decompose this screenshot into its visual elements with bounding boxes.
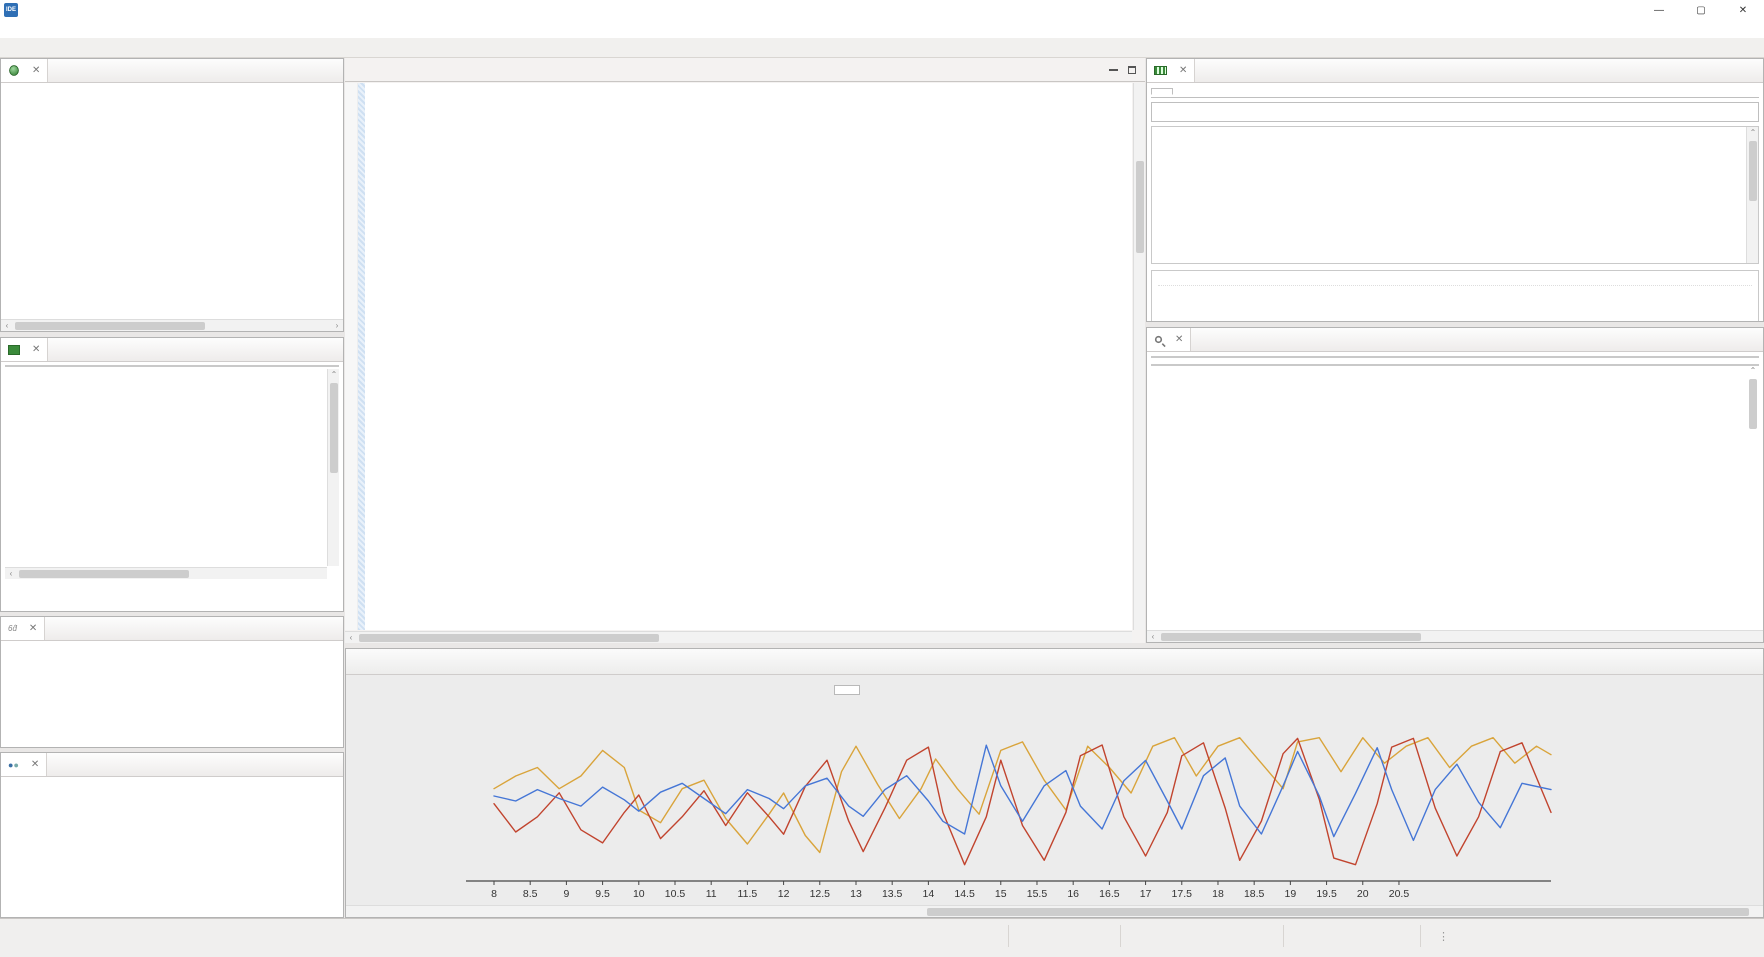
tab-debug[interactable]: ✕ <box>1 59 48 82</box>
svg-text:18.5: 18.5 <box>1244 888 1265 900</box>
svg-text:9: 9 <box>563 888 569 900</box>
tab-swv-data-trace[interactable]: ✕ <box>1147 328 1191 351</box>
svg-text:16: 16 <box>1067 888 1079 900</box>
svg-text:10.5: 10.5 <box>665 888 686 900</box>
tab-swv-statistical-profiling[interactable]: ✕ <box>1 338 48 361</box>
svg-text:19.5: 19.5 <box>1316 888 1337 900</box>
swv-timeline-graph-view: 8 8.5 9 9.5 10 10.5 11 11.5 12 12.5 13 13.5 14 14.5 15… <box>345 648 1764 918</box>
svg-text:15: 15 <box>995 888 1007 900</box>
svg-text:13.5: 13.5 <box>882 888 903 900</box>
close-icon[interactable]: ✕ <box>32 344 40 355</box>
swv-statistical-profiling-view: ✕ ‹ ⌃ <box>0 337 344 612</box>
svg-text:20: 20 <box>1357 888 1369 900</box>
svg-text:8.5: 8.5 <box>523 888 538 900</box>
profiling-view-icon <box>8 345 20 355</box>
svg-text:13: 13 <box>850 888 862 900</box>
editor-area: ‹ <box>345 58 1145 643</box>
status-bar: ⋮ <box>0 918 1764 957</box>
swv-data-trace-view: ✕ ⌃ ‹ <box>1146 327 1764 643</box>
breakpoint-gutter[interactable] <box>345 83 358 630</box>
app-icon: IDE <box>4 3 18 17</box>
svg-text:12: 12 <box>778 888 790 900</box>
svg-text:19: 19 <box>1285 888 1297 900</box>
tab-all-registers[interactable] <box>1151 88 1173 95</box>
debug-view: ✕ ‹ › <box>0 58 344 332</box>
close-icon[interactable]: ✕ <box>31 759 39 770</box>
code-editor[interactable] <box>345 83 1132 630</box>
svg-text:15.5: 15.5 <box>1027 888 1048 900</box>
svg-text:14: 14 <box>923 888 935 900</box>
chart-legend <box>834 685 860 695</box>
svg-text:10: 10 <box>633 888 645 900</box>
description-label <box>1158 285 1752 289</box>
svg-text:20.5: 20.5 <box>1389 888 1410 900</box>
svg-text:12.5: 12.5 <box>810 888 831 900</box>
close-icon[interactable]: ✕ <box>29 623 37 634</box>
chart-hscrollbar[interactable] <box>346 905 1763 917</box>
maximize-icon[interactable] <box>1123 61 1140 78</box>
minimize-window-button[interactable]: — <box>1638 0 1680 20</box>
sfrs-view-icon <box>1154 66 1167 75</box>
breakpoints-view: ●● ✕ <box>0 752 344 918</box>
tab-live-expressions[interactable]: 6d̂ ✕ <box>1 617 45 640</box>
close-icon[interactable]: ✕ <box>32 65 40 76</box>
editor-hscrollbar[interactable]: ‹ <box>345 631 1132 643</box>
svg-text:11.5: 11.5 <box>738 888 758 900</box>
breakpoints-view-icon: ●● <box>8 760 19 770</box>
svg-text:14.5: 14.5 <box>954 888 975 900</box>
editor-vscrollbar[interactable] <box>1133 83 1145 630</box>
register-filter-input[interactable] <box>1151 102 1759 122</box>
minimize-icon[interactable] <box>1105 61 1122 78</box>
close-icon[interactable]: ✕ <box>1179 65 1187 76</box>
tab-sfrs[interactable]: ✕ <box>1147 59 1195 82</box>
title-bar: IDE — ▢ ✕ <box>0 0 1764 20</box>
maximize-window-button[interactable]: ▢ <box>1680 0 1722 20</box>
svg-text:16.5: 16.5 <box>1099 888 1120 900</box>
sfrs-view: ✕ ⌃ <box>1146 58 1764 322</box>
debug-hscrollbar[interactable]: ‹ › <box>1 319 343 331</box>
svg-text:18: 18 <box>1212 888 1224 900</box>
accel-timeline-chart: 8 8.5 9 9.5 10 10.5 11 11.5 12 12.5 13 13.5 14 14.5 15… <box>346 675 1763 906</box>
data-trace-view-icon <box>1155 336 1162 343</box>
profiling-vscrollbar[interactable]: ⌃ <box>327 369 339 566</box>
svg-text:9.5: 9.5 <box>595 888 610 900</box>
profiling-hscrollbar[interactable]: ‹ <box>5 567 327 579</box>
sfrs-vscrollbar[interactable]: ⌃ <box>1746 127 1758 263</box>
menu-bar <box>0 20 1764 38</box>
tab-breakpoints[interactable]: ●● ✕ <box>1 753 47 776</box>
data-trace-hscrollbar[interactable]: ‹ <box>1147 630 1763 642</box>
main-toolbar <box>0 38 1764 58</box>
svg-text:17: 17 <box>1140 888 1152 900</box>
svg-text:8: 8 <box>491 888 497 900</box>
debug-view-icon <box>9 65 19 75</box>
status-menu-icon[interactable]: ⋮ <box>1438 927 1449 945</box>
live-expressions-icon: 6d̂ <box>8 624 17 633</box>
live-expressions-view: 6d̂ ✕ <box>0 616 344 748</box>
svg-text:17.5: 17.5 <box>1172 888 1193 900</box>
svg-text:11: 11 <box>706 888 717 900</box>
annotation-gutter <box>358 83 365 630</box>
close-window-button[interactable]: ✕ <box>1722 0 1764 20</box>
close-icon[interactable]: ✕ <box>1175 334 1183 345</box>
